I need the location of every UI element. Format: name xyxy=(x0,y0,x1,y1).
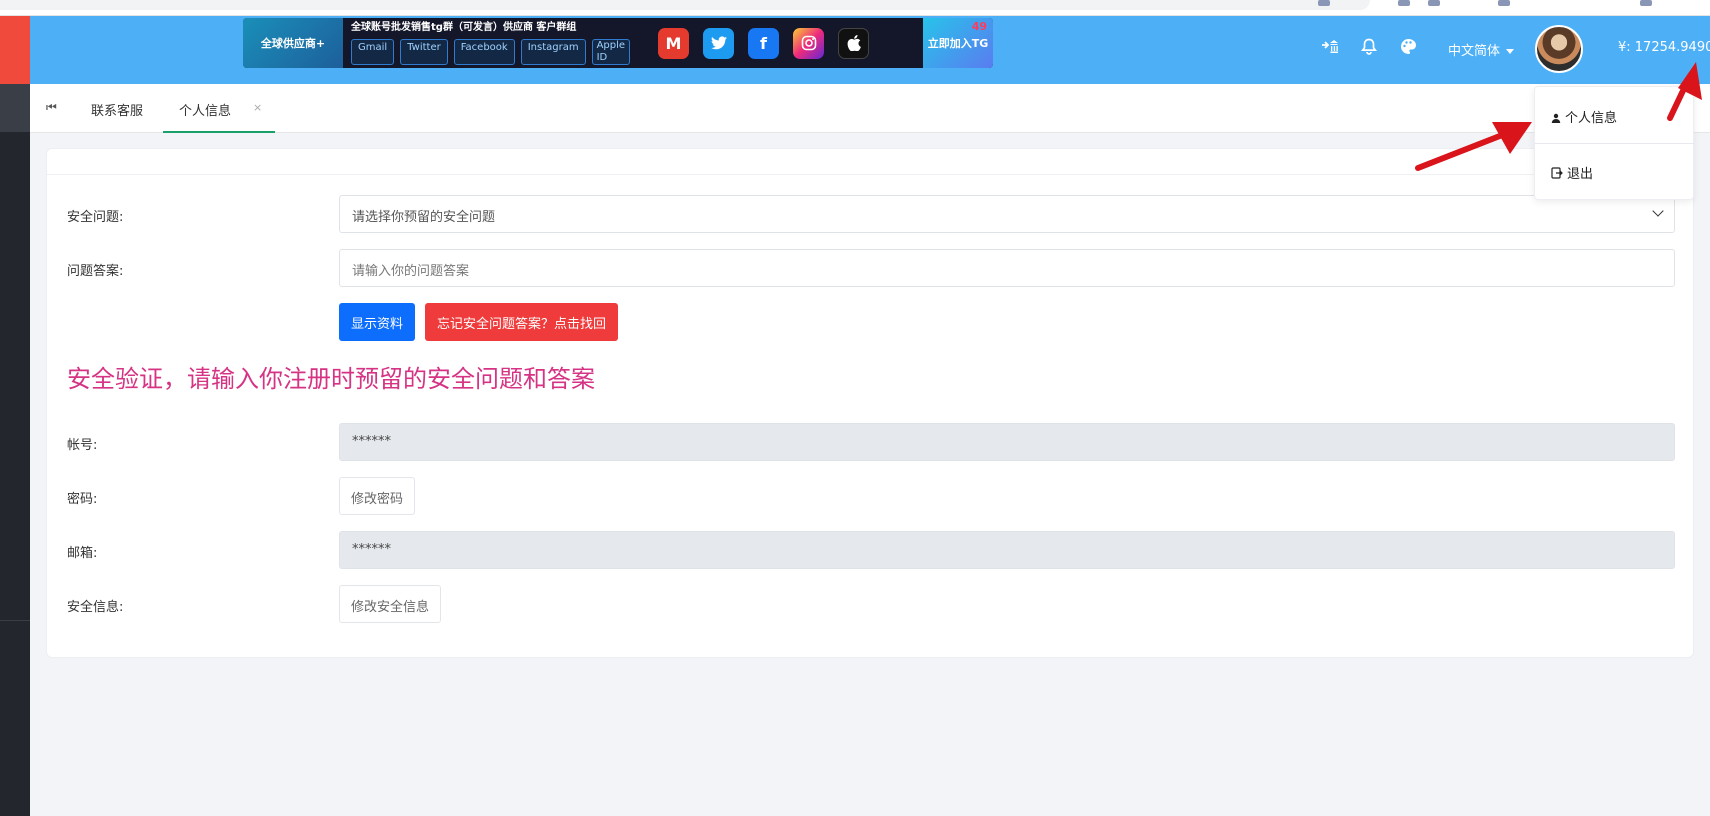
answer-label: 问题答案: xyxy=(67,264,124,279)
account-value: ****** xyxy=(352,434,391,449)
answer-row: 问题答案: 请输入你的问题答案 xyxy=(47,249,1695,287)
language-label: 中文简体 xyxy=(1448,44,1501,59)
security-question-select[interactable]: 请选择你预留的安全问题 xyxy=(339,195,1675,233)
join-tg-button[interactable]: 立即加入TG 49 xyxy=(923,18,993,68)
banner-title: 全球账号批发销售tg群（可发言）供应商 客户群组 xyxy=(351,22,577,33)
email-label: 邮箱: xyxy=(67,546,98,561)
banner-chip-facebook: Facebook xyxy=(453,39,515,65)
dropdown-profile-label: 个人信息 xyxy=(1565,111,1618,126)
annotation-arrow-icon xyxy=(1415,122,1532,171)
tabs-first-icon[interactable]: ⏮ xyxy=(46,100,57,115)
language-selector[interactable]: 中文简体 xyxy=(1448,40,1515,59)
answer-input[interactable]: 请输入你的问题答案 xyxy=(339,249,1675,287)
top-header: 全球供应商+ 全球账号批发销售tg群（可发言）供应商 客户群组 Gmail Tw… xyxy=(30,16,1710,84)
join-tg-count: 49 xyxy=(971,20,987,33)
address-bar[interactable] xyxy=(0,0,1370,10)
extension-icon[interactable] xyxy=(1318,0,1330,6)
browser-toolbar xyxy=(0,0,1710,16)
security-question-label: 安全问题: xyxy=(67,210,124,225)
gmail-icon: M xyxy=(658,27,689,59)
annotation-arrow-icon xyxy=(1667,62,1702,121)
dropdown-divider xyxy=(1535,143,1695,144)
tab-active-indicator xyxy=(163,131,275,133)
password-row: 密码: 修改密码 xyxy=(47,477,1695,515)
dropdown-item-profile[interactable]: 个人信息 xyxy=(1551,107,1617,126)
palette-icon[interactable] xyxy=(1397,38,1419,60)
chevron-down-icon xyxy=(1506,49,1515,54)
account-row: 帐号: ****** xyxy=(47,423,1695,461)
promo-banner[interactable]: 全球供应商+ 全球账号批发销售tg群（可发言）供应商 客户群组 Gmail Tw… xyxy=(243,18,993,68)
avatar[interactable] xyxy=(1535,25,1583,73)
logo[interactable] xyxy=(0,16,30,84)
show-info-button[interactable]: 显示资料 xyxy=(339,303,416,341)
apple-icon xyxy=(838,27,869,59)
chevron-down-icon xyxy=(1652,205,1664,217)
facebook-icon: f xyxy=(748,27,779,59)
close-icon[interactable]: × xyxy=(253,101,262,114)
tab-contact-support[interactable]: 联系客服 xyxy=(91,100,143,119)
answer-placeholder: 请输入你的问题答案 xyxy=(352,264,470,279)
security-notice: 安全验证，请输入你注册时预留的安全问题和答案 xyxy=(67,365,595,393)
email-value: ****** xyxy=(352,542,391,557)
account-label: 帐号: xyxy=(67,438,98,453)
forgot-answer-button[interactable]: 忘记安全问题答案？点击找回 xyxy=(425,303,619,341)
banner-chip-twitter: Twitter xyxy=(400,39,448,65)
banner-brand: 全球供应商+ xyxy=(243,18,343,68)
password-label: 密码: xyxy=(67,492,98,507)
security-question-row: 安全问题: 请选择你预留的安全问题 xyxy=(47,195,1695,233)
security-info-label: 安全信息: xyxy=(67,600,124,615)
user-balance-menu[interactable]: ¥: 17254.9490 xyxy=(1618,40,1710,55)
bell-icon[interactable] xyxy=(1358,38,1380,60)
profile-icon[interactable] xyxy=(1640,0,1652,6)
action-row: 显示资料 忘记安全问题答案？点击找回 xyxy=(47,303,1695,341)
banner-chip-gmail: Gmail xyxy=(351,39,395,65)
security-info-row: 安全信息: 修改安全信息 xyxy=(47,585,1695,623)
account-field: ****** xyxy=(339,423,1675,461)
profile-card: 安全问题: 请选择你预留的安全问题 问题答案: 请输入你的问题答案 显示资料 忘… xyxy=(46,148,1694,658)
email-row: 邮箱: ****** xyxy=(47,531,1695,569)
extension-icon[interactable] xyxy=(1398,0,1410,6)
email-field: ****** xyxy=(339,531,1675,569)
change-security-info-button[interactable]: 修改安全信息 xyxy=(339,585,442,623)
tab-profile[interactable]: 个人信息 xyxy=(179,100,231,119)
change-password-button[interactable]: 修改密码 xyxy=(339,477,416,515)
bank-icon[interactable] xyxy=(1319,38,1341,60)
instagram-icon xyxy=(793,27,824,59)
banner-chip-instagram: Instagram xyxy=(520,39,586,65)
twitter-icon xyxy=(703,27,734,59)
extension-icon[interactable] xyxy=(1498,0,1510,6)
sidebar-divider xyxy=(0,620,30,621)
join-tg-label: 立即加入TG xyxy=(927,37,989,50)
sidebar-item-active[interactable] xyxy=(0,84,30,132)
dropdown-item-logout[interactable]: 退出 xyxy=(1551,163,1593,182)
dropdown-logout-label: 退出 xyxy=(1567,167,1594,182)
logout-icon xyxy=(1551,167,1563,179)
user-icon xyxy=(1551,113,1561,123)
balance-value: ¥: 17254.9490 xyxy=(1618,40,1710,55)
extension-icon[interactable] xyxy=(1428,0,1440,6)
sidebar xyxy=(0,16,30,816)
security-question-value: 请选择你预留的安全问题 xyxy=(352,210,496,225)
